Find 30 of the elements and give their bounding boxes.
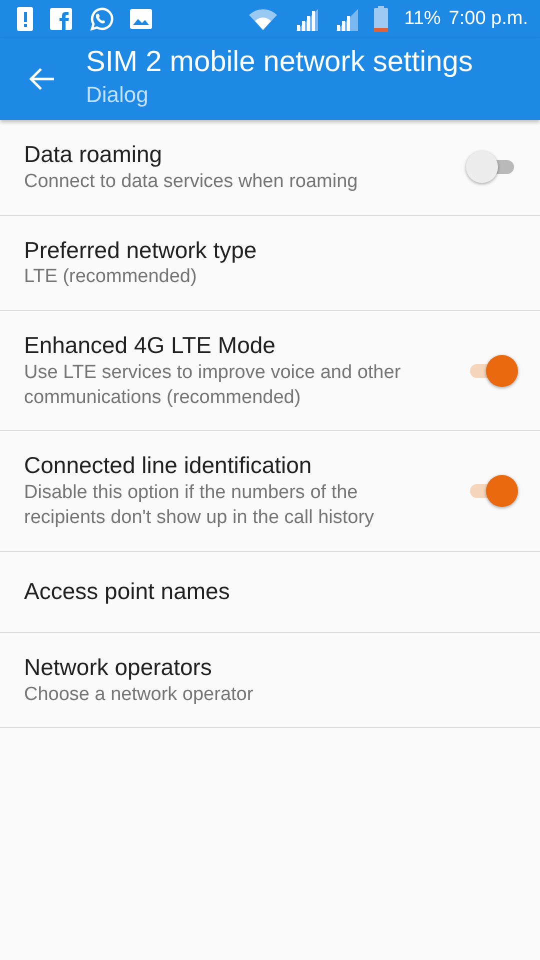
setting-summary: Disable this option if the numbers of the recipients don't show up in the call history (24, 481, 376, 530)
settings-row[interactable]: Preferred network type LTE (recommended) (0, 216, 540, 312)
setting-summary: LTE (recommended) (24, 265, 198, 290)
settings-row[interactable]: Enhanced 4G LTE Mode Use LTE services to improve voice and other communications (recommended) (0, 311, 540, 432)
setting-title: Enhanced 4G LTE Mode (24, 331, 276, 360)
battery-icon (374, 6, 388, 32)
settings-row[interactable]: Access point names (0, 552, 540, 633)
setting-title: Data roaming (24, 140, 164, 169)
signal-icon (334, 7, 358, 31)
back-arrow-icon (28, 67, 56, 91)
settings-row[interactable]: Network operators Choose a network operator (0, 632, 540, 728)
setting-summary: Connect to data services when roaming (24, 170, 359, 194)
screen-title: SIM 2 mobile network settings (86, 46, 473, 78)
whatsapp-icon (88, 6, 114, 32)
facebook-icon (50, 8, 72, 30)
screen-subtitle: Dialog (86, 81, 150, 110)
image-icon (130, 9, 152, 29)
setting-title: Access point names (24, 576, 231, 606)
setting-title: Network operators (24, 652, 213, 682)
setting-summary: Use LTE services to improve voice and other communications (recommended) (24, 361, 402, 410)
setting-title: Connected line identification (24, 451, 313, 480)
settings-row[interactable]: Data roaming Connect to data services when roaming (0, 120, 540, 216)
setting-summary: Choose a network operator (24, 682, 254, 707)
wifi-icon (248, 7, 278, 31)
alert-icon (16, 6, 34, 32)
clock: 7:00 p.m. (448, 6, 528, 31)
setting-title: Preferred network type (24, 236, 258, 265)
settings-row[interactable]: Connected line identification Disable this option if the numbers of the recipients don't show up in the call history (0, 431, 540, 552)
battery-percentage: 11% (404, 6, 441, 31)
signal-icon (294, 7, 318, 31)
